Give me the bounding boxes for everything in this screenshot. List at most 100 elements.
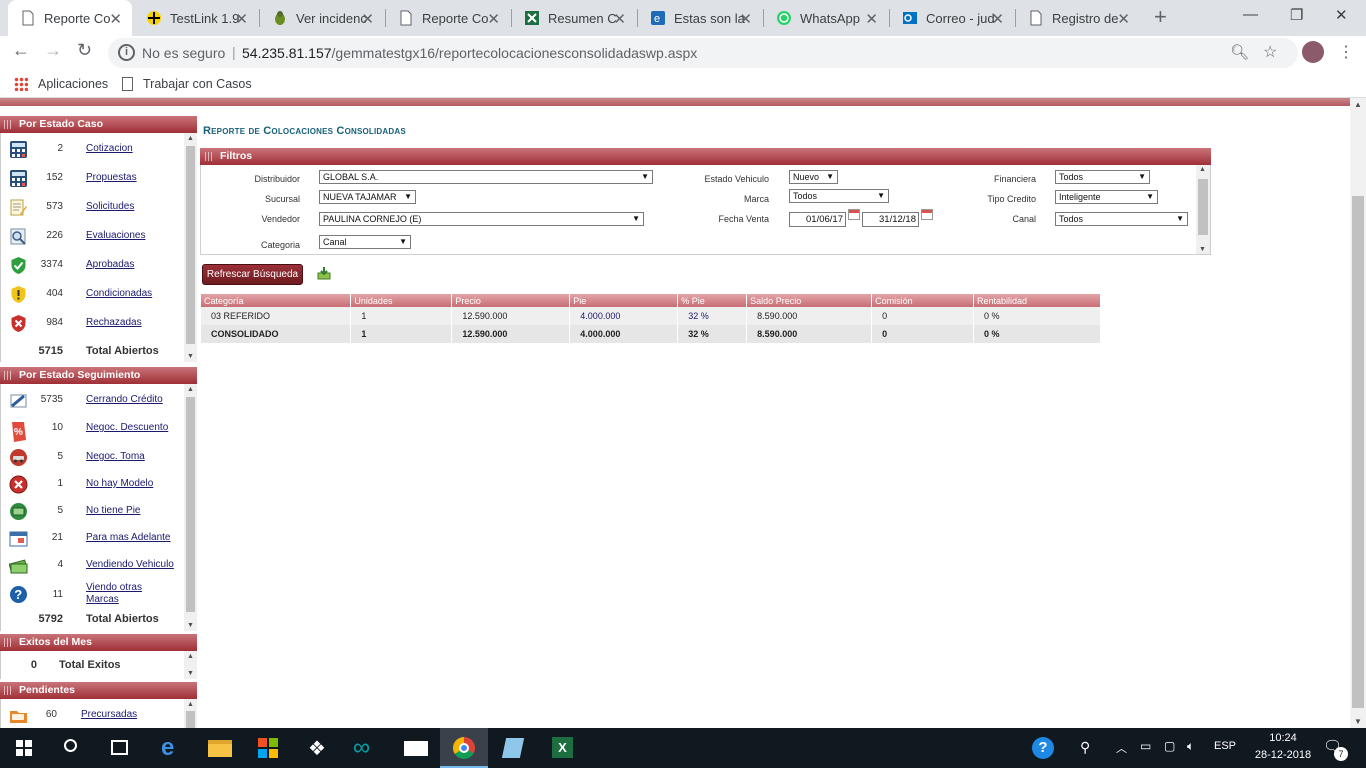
bookmark-trabajar[interactable]: Trabajar con Casos xyxy=(122,77,252,91)
tab-7[interactable]: WhatsApp ✕ xyxy=(764,0,888,36)
close-icon[interactable]: ✕ xyxy=(865,10,878,28)
tab-6[interactable]: e Estas son la ✕ xyxy=(638,0,762,36)
taskbar-edge[interactable]: e xyxy=(148,728,196,768)
panel-scroll-thumb[interactable] xyxy=(186,397,195,612)
col-header[interactable]: Rentabilidad xyxy=(973,294,1101,307)
restore-button[interactable]: ❐ xyxy=(1290,6,1303,24)
tab-5[interactable]: Resumen C ✕ xyxy=(512,0,636,36)
close-icon[interactable]: ✕ xyxy=(613,10,626,28)
col-header[interactable]: Comisión xyxy=(871,294,975,307)
row-link[interactable]: Negoc. Toma xyxy=(86,451,145,463)
row-link[interactable]: Precursadas xyxy=(81,709,137,721)
panel-scrollbar[interactable]: ▲ ▼ xyxy=(184,384,197,631)
export-download-icon[interactable] xyxy=(317,266,331,280)
estado-vehiculo-select[interactable]: Nuevo ▼ xyxy=(789,170,838,184)
tab-9[interactable]: Registro de ✕ xyxy=(1016,0,1140,36)
chevron-up-icon[interactable]: ︿ xyxy=(1116,740,1127,756)
filters-header[interactable]: Filtros xyxy=(200,148,1211,165)
scroll-up-icon[interactable]: ▲ xyxy=(1199,166,1206,173)
taskbar-excel[interactable]: X xyxy=(538,728,586,768)
people-icon[interactable]: ⚲ xyxy=(1080,739,1090,756)
row-link[interactable]: Evaluaciones xyxy=(86,230,145,242)
row-link[interactable]: Propuestas xyxy=(86,172,137,184)
taskbar-notes[interactable] xyxy=(490,728,538,768)
panel-scrollbar[interactable]: ▲ ▼ xyxy=(184,651,197,679)
close-icon[interactable]: ✕ xyxy=(487,10,500,28)
tab-3[interactable]: Ver incidenc ✕ xyxy=(260,0,384,36)
tab-4[interactable]: Reporte Co ✕ xyxy=(386,0,510,36)
task-view-button[interactable] xyxy=(96,728,144,768)
scroll-up-icon[interactable]: ▲ xyxy=(1354,100,1362,109)
row-link[interactable]: No hay Modelo xyxy=(86,478,153,490)
col-header[interactable]: Categoría xyxy=(201,294,352,307)
taskbar-file-explorer[interactable] xyxy=(196,728,244,768)
panel-pendientes-header[interactable]: Pendientes xyxy=(0,682,197,699)
new-tab-button[interactable]: + xyxy=(1154,4,1167,30)
close-icon[interactable]: ✕ xyxy=(1117,10,1130,28)
row-link[interactable]: Para mas Adelante xyxy=(86,532,171,544)
tab-1[interactable]: Reporte Co ✕ xyxy=(8,0,132,36)
taskbar-chrome[interactable] xyxy=(440,728,488,768)
close-icon[interactable]: ✕ xyxy=(235,10,248,28)
col-header[interactable]: % Pie xyxy=(677,294,748,307)
back-button[interactable]: ← xyxy=(12,40,30,61)
forward-button[interactable]: → xyxy=(44,40,62,61)
clock-time[interactable]: 10:24 xyxy=(1263,732,1303,744)
vendedor-select[interactable]: PAULINA CORNEJO (E) ▼ xyxy=(319,212,644,226)
taskbar-dropbox[interactable]: ❖ xyxy=(294,728,342,768)
row-link[interactable]: Cotizacion xyxy=(86,143,133,155)
close-icon[interactable]: ✕ xyxy=(109,10,122,28)
tipo-credito-select[interactable]: Inteligente ▼ xyxy=(1055,190,1158,204)
panel-scroll-thumb[interactable] xyxy=(186,146,195,344)
language-indicator[interactable]: ESP xyxy=(1214,740,1236,752)
close-icon[interactable]: ✕ xyxy=(739,10,752,28)
panel-estado-caso-header[interactable]: Por Estado Caso xyxy=(0,116,197,133)
info-icon[interactable]: i xyxy=(118,44,135,61)
sucursal-select[interactable]: NUEVA TAJAMAR ▼ xyxy=(319,190,416,204)
row-link[interactable]: Vendiendo Vehiculo xyxy=(86,559,174,571)
tab-8[interactable]: Correo - jud ✕ xyxy=(890,0,1014,36)
scroll-down-icon[interactable]: ▼ xyxy=(1199,246,1206,253)
panel-scroll-thumb[interactable] xyxy=(186,711,195,728)
reload-button[interactable]: ↻ xyxy=(77,40,92,61)
menu-dots-icon[interactable]: ⋮ xyxy=(1338,42,1354,62)
col-header[interactable]: Pie xyxy=(569,294,679,307)
scroll-down-icon[interactable]: ▼ xyxy=(187,622,194,629)
close-icon[interactable]: ✕ xyxy=(991,10,1004,28)
categoria-select[interactable]: Canal ▼ xyxy=(319,235,411,249)
battery-icon[interactable]: ▭ xyxy=(1140,739,1151,753)
calendar-icon[interactable] xyxy=(848,209,860,220)
panel-scrollbar[interactable]: ▲ xyxy=(184,699,197,728)
col-header[interactable]: Precio xyxy=(451,294,571,307)
refresh-search-button[interactable]: Refrescar Búsqueda xyxy=(202,264,303,285)
row-link[interactable]: Viendo otras Marcas xyxy=(86,582,156,606)
security-indicator[interactable]: No es seguro xyxy=(142,45,225,61)
clock-date[interactable]: 28-12-2018 xyxy=(1248,749,1318,761)
scroll-down-icon[interactable]: ▼ xyxy=(187,670,194,677)
url-text[interactable]: 54.235.81.157/gemmatestgx16/reportecoloc… xyxy=(242,45,697,61)
row-link[interactable]: Solicitudes xyxy=(86,201,134,213)
fecha-desde-input[interactable]: 01/06/17 xyxy=(789,212,846,227)
scroll-up-icon[interactable]: ▲ xyxy=(187,701,194,708)
filters-scroll-thumb[interactable] xyxy=(1198,179,1208,235)
tab-2[interactable]: TestLink 1.9 ✕ xyxy=(134,0,258,36)
row-link[interactable]: No tiene Pie xyxy=(86,505,140,517)
panel-exitos-header[interactable]: Exitos del Mes xyxy=(0,634,197,651)
scroll-down-icon[interactable]: ▼ xyxy=(1354,717,1362,726)
panel-seguimiento-header[interactable]: Por Estado Seguimiento xyxy=(0,367,197,384)
zoom-icon[interactable]: 🔍︎ xyxy=(1230,43,1249,61)
col-header[interactable]: Saldo Precio xyxy=(746,294,873,307)
scroll-down-icon[interactable]: ▼ xyxy=(187,353,194,360)
start-button[interactable] xyxy=(0,728,48,768)
network-icon[interactable]: ▢ xyxy=(1164,739,1175,753)
help-icon[interactable]: ? xyxy=(1032,737,1054,759)
taskbar-search[interactable] xyxy=(48,728,96,768)
taskbar-mail[interactable] xyxy=(392,728,440,768)
address-bar[interactable]: i No es seguro | 54.235.81.157/gemmatest… xyxy=(108,38,1298,68)
marca-select[interactable]: Todos ▼ xyxy=(789,189,889,203)
taskbar-arduino[interactable]: ∞ xyxy=(342,728,390,768)
row-link[interactable]: Rechazadas xyxy=(86,317,142,329)
avatar[interactable] xyxy=(1302,41,1324,63)
taskbar-store[interactable] xyxy=(244,728,292,768)
close-icon[interactable]: ✕ xyxy=(361,10,374,28)
